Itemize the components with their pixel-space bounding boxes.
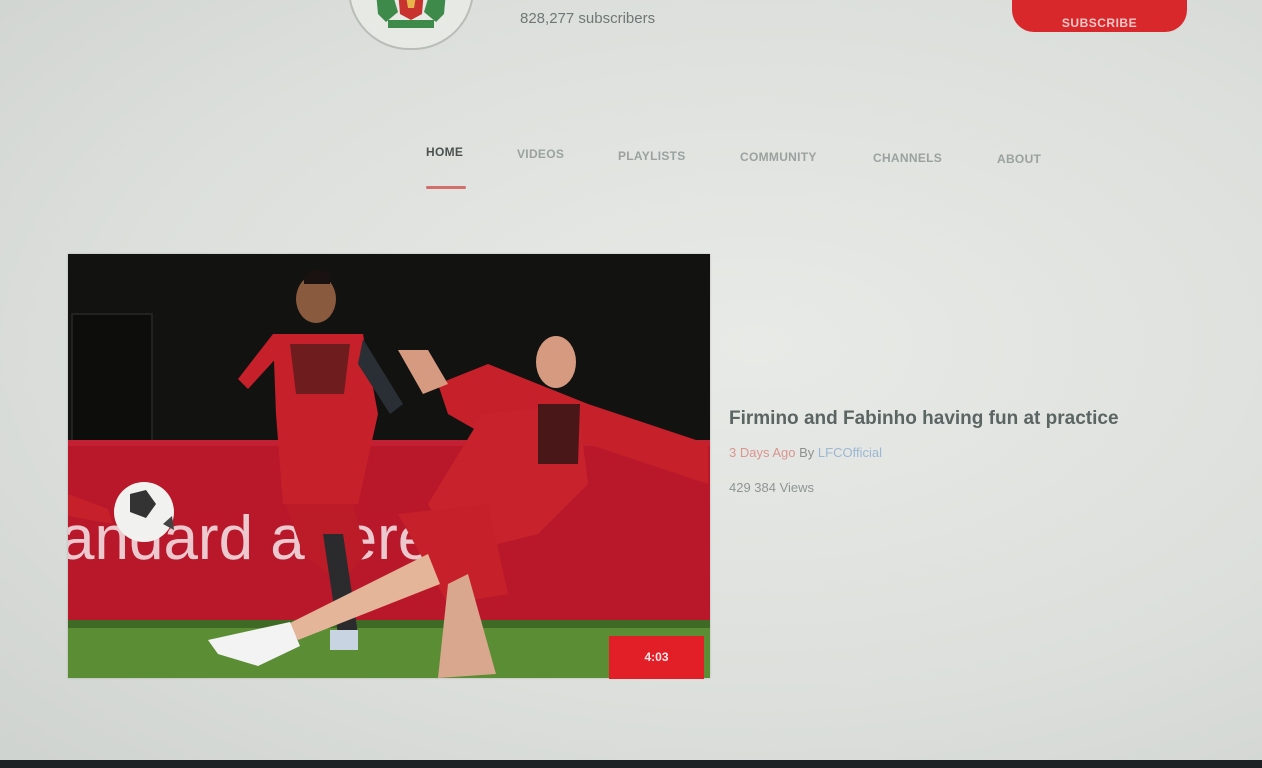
channel-page: 828,277 subscribers SUBSCRIBE HOME VIDEO… <box>0 0 1262 768</box>
tab-channels[interactable]: CHANNELS <box>873 151 942 165</box>
tab-playlists[interactable]: PLAYLISTS <box>618 149 686 163</box>
video-age: 3 Days Ago <box>729 445 796 460</box>
channel-link[interactable]: LFCOfficial <box>818 445 882 460</box>
featured-video-info: Firmino and Fabinho having fun at practi… <box>729 408 1209 495</box>
tab-videos[interactable]: VIDEOS <box>517 147 564 161</box>
video-title[interactable]: Firmino and Fabinho having fun at practi… <box>729 408 1209 430</box>
tab-about[interactable]: ABOUT <box>997 152 1041 166</box>
channel-logo[interactable] <box>348 0 474 50</box>
active-tab-indicator <box>426 186 466 189</box>
tab-home[interactable]: HOME <box>426 145 463 159</box>
liverbird-crest-icon <box>376 0 446 28</box>
view-count: 429 384 Views <box>729 480 815 495</box>
channel-tabs: HOME VIDEOS PLAYLISTS COMMUNITY CHANNELS… <box>400 140 1100 200</box>
featured-video-thumbnail[interactable]: andard artered <box>68 254 710 678</box>
video-duration-badge: 4:03 <box>609 636 704 679</box>
subscribe-label: SUBSCRIBE <box>1061 16 1138 30</box>
subscribe-button[interactable]: SUBSCRIBE <box>1012 0 1187 32</box>
tab-community[interactable]: COMMUNITY <box>740 150 817 164</box>
subscriber-count: 828,277 subscribers <box>520 10 656 27</box>
video-meta: 3 Days Ago By LFCOfficial <box>729 445 1209 460</box>
meta-by: By <box>799 445 815 460</box>
screen-bezel <box>0 760 1262 768</box>
